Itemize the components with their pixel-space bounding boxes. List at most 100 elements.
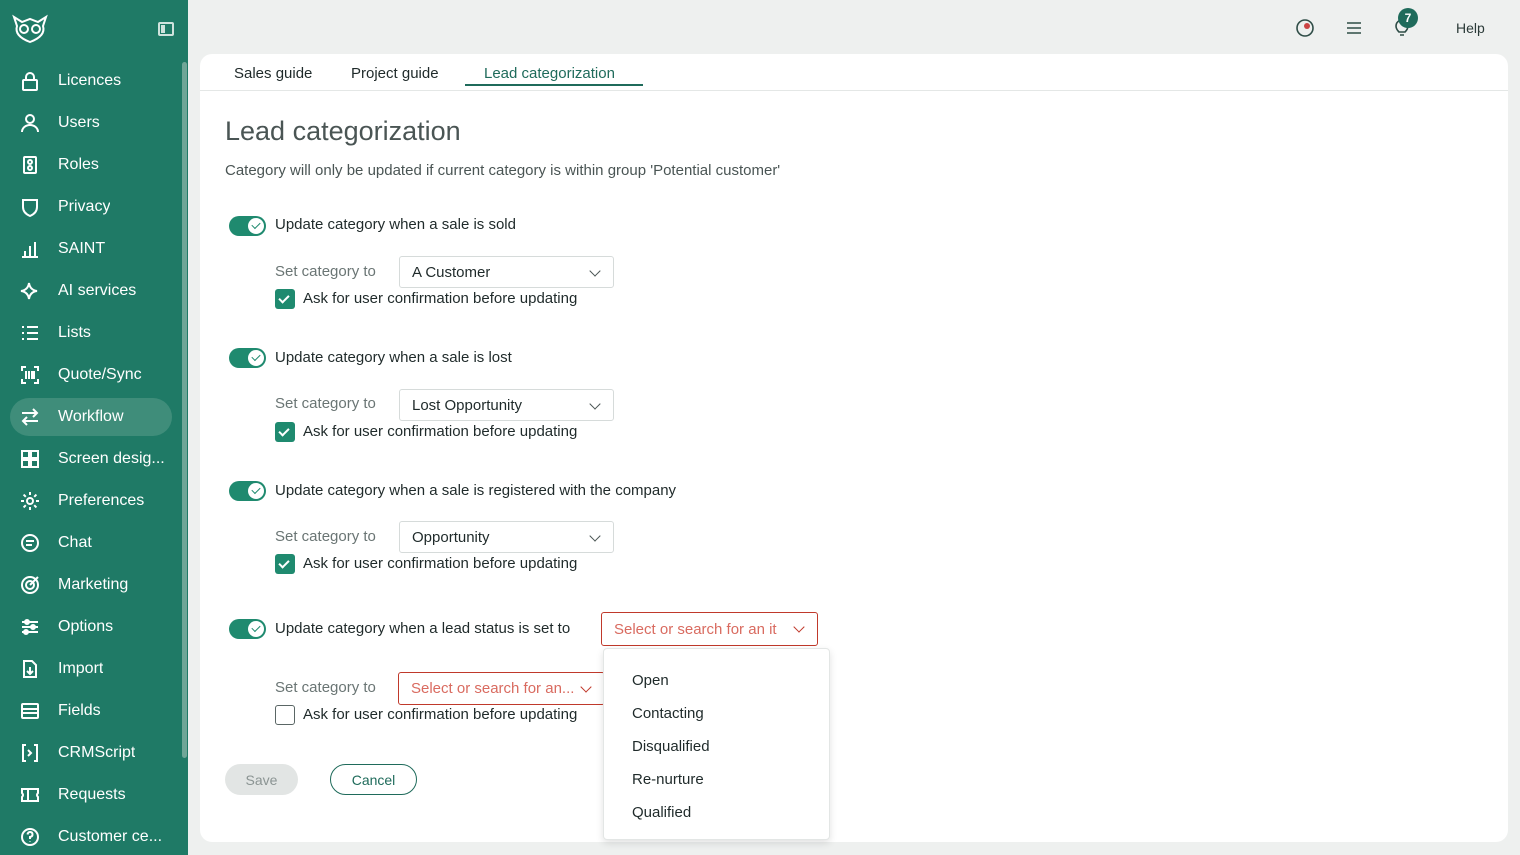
- save-button[interactable]: Save: [225, 764, 298, 795]
- rule-registered-toggle[interactable]: [229, 481, 266, 501]
- sidebar-item-chat[interactable]: Chat: [10, 524, 172, 562]
- chevron-down-icon: [589, 530, 601, 542]
- sidebar-item-label: Requests: [58, 786, 126, 803]
- sidebar-item-label: CRMScript: [58, 744, 136, 761]
- sidebar-item-label: Licences: [58, 72, 122, 89]
- grid-icon: [19, 448, 41, 470]
- lead-status-dropdown: Open Contacting Disqualified Re-nurture …: [603, 648, 830, 840]
- sidebar-item-label: Roles: [58, 156, 99, 173]
- rule-registered-confirm-checkbox[interactable]: [275, 554, 295, 574]
- rule-lost-toggle[interactable]: [229, 348, 266, 368]
- set-category-label: Set category to: [275, 263, 376, 280]
- shield-icon: [19, 196, 41, 218]
- sidebar-item-screen-designer[interactable]: Screen desig...: [10, 440, 172, 478]
- rule-lost-label: Update category when a sale is lost: [275, 349, 512, 366]
- sidebar-item-marketing[interactable]: Marketing: [10, 566, 172, 604]
- lead-status-select[interactable]: Select or search for an it: [601, 612, 818, 646]
- roles-icon: [19, 154, 41, 176]
- sidebar-item-import[interactable]: Import: [10, 650, 172, 688]
- dropdown-option-open[interactable]: Open: [632, 672, 669, 689]
- rule-lost-confirm-checkbox[interactable]: [275, 422, 295, 442]
- list-icon: [19, 322, 41, 344]
- rule-lead-status-category-select[interactable]: Select or search for an...: [398, 672, 605, 705]
- chevron-down-icon: [589, 398, 601, 410]
- dropdown-option-disqualified[interactable]: Disqualified: [632, 738, 710, 755]
- sidebar-item-privacy[interactable]: Privacy: [10, 188, 172, 226]
- rule-sold-toggle[interactable]: [229, 216, 266, 236]
- sidebar-item-workflow[interactable]: Workflow: [10, 398, 172, 436]
- notification-badge: 7: [1398, 8, 1418, 28]
- main-card: Sales guide Project guide Lead categoriz…: [200, 54, 1508, 842]
- avatar[interactable]: [1293, 16, 1317, 40]
- active-tab-indicator: [465, 84, 643, 86]
- help-link[interactable]: Help: [1456, 20, 1485, 36]
- sidebar: Licences Users Roles Privacy SAINT AI se…: [0, 0, 188, 855]
- sidebar-item-lists[interactable]: Lists: [10, 314, 172, 352]
- sidebar-item-crmscript[interactable]: CRMScript: [10, 734, 172, 772]
- sidebar-item-label: Marketing: [58, 576, 129, 593]
- chat-icon: [19, 532, 41, 554]
- set-category-label: Set category to: [275, 528, 376, 545]
- sidebar-item-ai-services[interactable]: AI services: [10, 272, 172, 310]
- sidebar-item-label: Customer ce...: [58, 828, 163, 845]
- cancel-button[interactable]: Cancel: [330, 764, 417, 795]
- sidebar-item-label: Lists: [58, 324, 91, 341]
- barcode-icon: [19, 364, 41, 386]
- sidebar-item-fields[interactable]: Fields: [10, 692, 172, 730]
- sidebar-item-label: Fields: [58, 702, 101, 719]
- dropdown-option-re-nurture[interactable]: Re-nurture: [632, 771, 704, 788]
- tab-sales-guide[interactable]: Sales guide: [234, 65, 312, 91]
- sidebar-item-label: Preferences: [58, 492, 145, 509]
- page-title: Lead categorization: [225, 116, 461, 146]
- rule-registered-category-select[interactable]: Opportunity: [399, 521, 614, 553]
- arrows-icon: [19, 406, 41, 428]
- set-category-label: Set category to: [275, 679, 376, 696]
- sidebar-scrollbar[interactable]: [182, 62, 187, 758]
- sidebar-item-label: SAINT: [58, 240, 106, 257]
- sidebar-item-label: Chat: [58, 534, 92, 551]
- menu-icon[interactable]: [1342, 16, 1366, 40]
- sidebar-item-preferences[interactable]: Preferences: [10, 482, 172, 520]
- tab-lead-categorization[interactable]: Lead categorization: [484, 65, 615, 91]
- sidebar-item-quote-sync[interactable]: Quote/Sync: [10, 356, 172, 394]
- sidebar-item-options[interactable]: Options: [10, 608, 172, 646]
- rule-lead-status-toggle[interactable]: [229, 619, 266, 639]
- fields-icon: [19, 700, 41, 722]
- sidebar-item-label: Workflow: [58, 408, 124, 425]
- rule-lead-status-confirm-checkbox[interactable]: [275, 705, 295, 725]
- confirm-label: Ask for user confirmation before updatin…: [303, 290, 578, 307]
- sidebar-item-licences[interactable]: Licences: [10, 62, 172, 100]
- import-icon: [19, 658, 41, 680]
- sidebar-item-customer-center[interactable]: Customer ce...: [10, 818, 172, 855]
- sidebar-item-saint[interactable]: SAINT: [10, 230, 172, 268]
- script-icon: [19, 742, 41, 764]
- ticket-icon: [19, 784, 41, 806]
- rule-sold-confirm-checkbox[interactable]: [275, 289, 295, 309]
- chevron-down-icon: [793, 621, 805, 633]
- bar-chart-icon: [19, 238, 41, 260]
- dropdown-option-qualified[interactable]: Qualified: [632, 804, 691, 821]
- tab-bar: Sales guide Project guide Lead categoriz…: [200, 54, 1508, 91]
- user-icon: [19, 112, 41, 134]
- lock-icon: [19, 70, 41, 92]
- superoffice-logo-icon[interactable]: [12, 14, 48, 44]
- tab-project-guide[interactable]: Project guide: [351, 65, 439, 91]
- sidebar-item-users[interactable]: Users: [10, 104, 172, 142]
- sidebar-collapse-icon[interactable]: [158, 22, 174, 36]
- sidebar-item-label: Import: [58, 660, 104, 677]
- rule-sold-category-select[interactable]: A Customer: [399, 256, 614, 288]
- set-category-label: Set category to: [275, 395, 376, 412]
- dropdown-option-contacting[interactable]: Contacting: [632, 705, 704, 722]
- sidebar-item-label: Privacy: [58, 198, 111, 215]
- sidebar-item-label: Quote/Sync: [58, 366, 142, 383]
- sidebar-item-roles[interactable]: Roles: [10, 146, 172, 184]
- rule-lost-category-select[interactable]: Lost Opportunity: [399, 389, 614, 421]
- sidebar-item-label: Users: [58, 114, 100, 131]
- rule-sold-label: Update category when a sale is sold: [275, 216, 516, 233]
- sidebar-nav: Licences Users Roles Privacy SAINT AI se…: [10, 62, 172, 855]
- chevron-down-icon: [589, 265, 601, 277]
- gear-icon: [19, 490, 41, 512]
- sidebar-item-requests[interactable]: Requests: [10, 776, 172, 814]
- confirm-label: Ask for user confirmation before updatin…: [303, 706, 578, 723]
- confirm-label: Ask for user confirmation before updatin…: [303, 555, 578, 572]
